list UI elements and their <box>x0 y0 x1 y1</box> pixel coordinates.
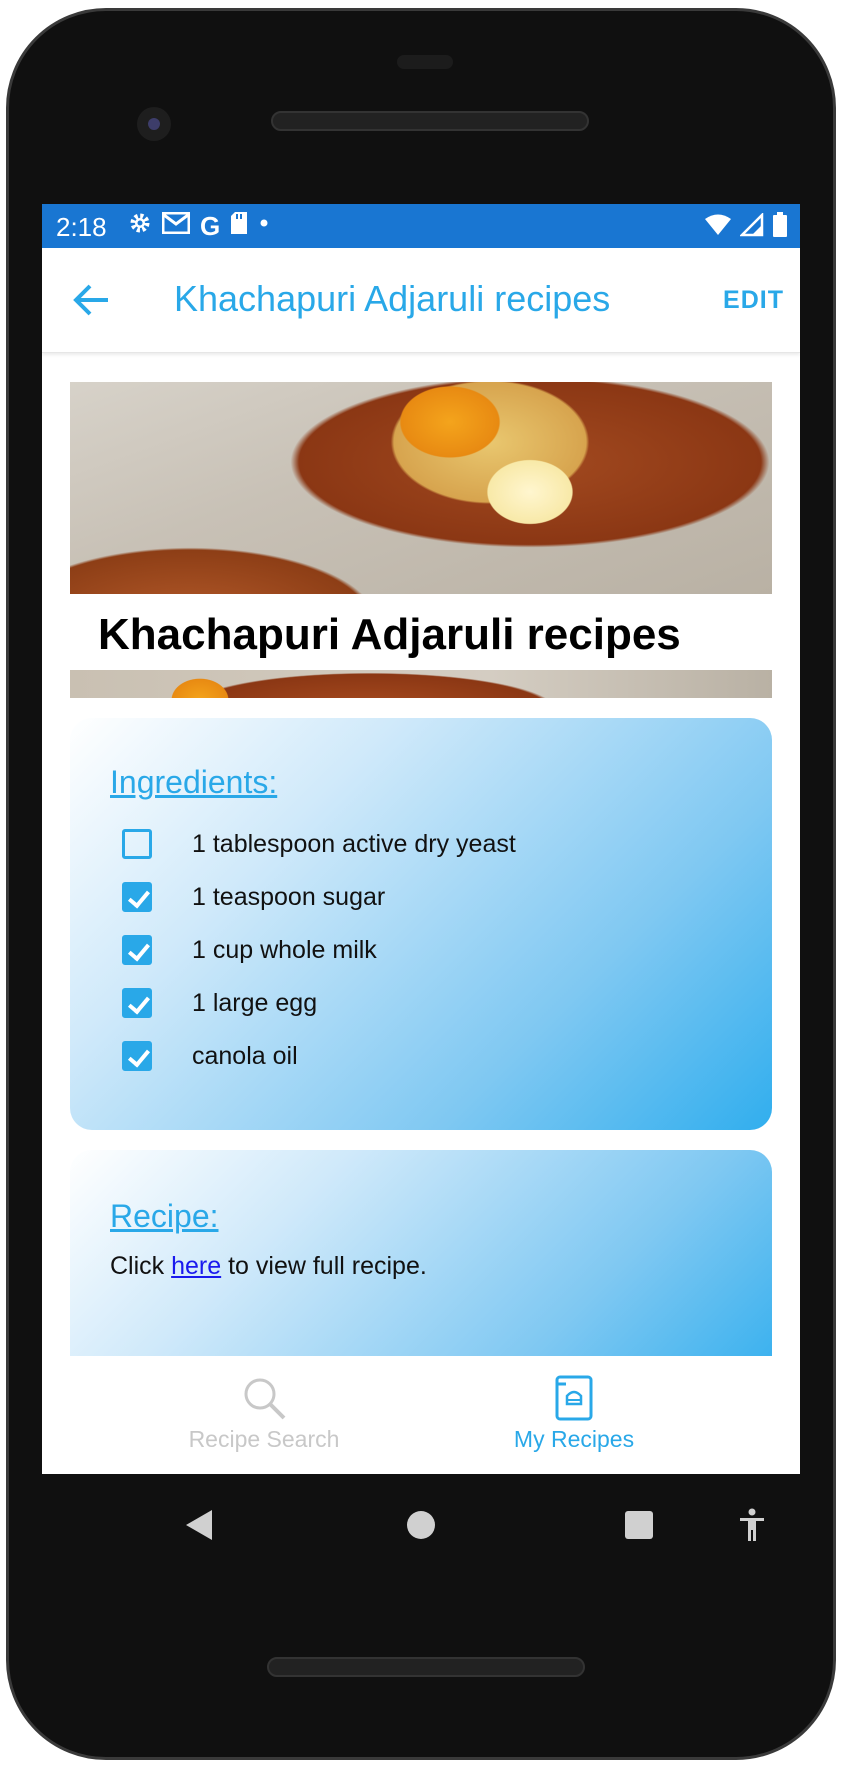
recipe-text-after: to view full recipe. <box>221 1252 427 1280</box>
back-triangle-icon[interactable] <box>184 1508 214 1547</box>
recipe-card: Recipe: Click here to view full recipe. <box>70 1150 772 1356</box>
battery-icon <box>772 212 788 243</box>
khachapuri-photo <box>70 382 772 594</box>
ingredients-card: Ingredients: 1 tablespoon active dry yea… <box>70 718 772 1130</box>
home-circle-icon[interactable] <box>406 1510 436 1545</box>
ingredients-list[interactable]: 1 tablespoon active dry yeast 1 teaspoon… <box>122 814 742 1114</box>
status-bar: 2:18 G <box>42 204 800 248</box>
earpiece <box>397 55 453 69</box>
ingredients-title: Ingredients: <box>110 764 278 800</box>
bread-image <box>70 382 772 594</box>
app-screen: 2:18 G Khachapuri Adjaruli recipes EDIT … <box>42 204 800 1474</box>
wifi-icon <box>704 213 732 242</box>
recipe-heading: Khachapuri Adjaruli recipes <box>98 610 681 659</box>
system-navigation-bar <box>42 1474 800 1574</box>
ingredient-item[interactable]: canola oil <box>122 1036 298 1076</box>
recipe-link-text: Click here to view full recipe. <box>110 1252 427 1281</box>
nav-recipe-search-label: Recipe Search <box>188 1426 340 1452</box>
recipe-book-icon <box>454 1374 694 1422</box>
ingredient-checkbox[interactable] <box>122 882 152 912</box>
full-recipe-link[interactable]: here <box>171 1252 221 1280</box>
ingredient-label: 1 tablespoon active dry yeast <box>192 829 516 858</box>
google-icon: G <box>200 211 221 241</box>
search-icon <box>144 1374 384 1422</box>
ingredient-label: canola oil <box>192 1041 298 1070</box>
ingredient-item[interactable]: 1 large egg <box>122 983 317 1023</box>
gmail-icon <box>161 211 191 241</box>
dot-icon <box>258 211 270 242</box>
arrow-left-icon[interactable] <box>72 282 112 318</box>
bottom-navigation: Recipe Search My Recipes <box>42 1356 800 1474</box>
recents-square-icon[interactable] <box>624 1510 654 1545</box>
ingredient-checkbox[interactable] <box>122 935 152 965</box>
gear-icon <box>128 211 152 242</box>
ingredient-item[interactable]: 1 cup whole milk <box>122 930 377 970</box>
ingredient-checkbox[interactable] <box>122 829 152 859</box>
recipe-text-before: Click <box>110 1252 172 1280</box>
ingredient-checkbox[interactable] <box>122 1041 152 1071</box>
nav-my-recipes[interactable]: My Recipes <box>454 1374 694 1453</box>
ingredient-label: 1 large egg <box>192 988 318 1017</box>
sd-card-icon <box>230 211 248 242</box>
bottom-speaker-grill <box>267 1657 585 1677</box>
signal-icon <box>738 211 764 242</box>
front-camera <box>137 107 171 141</box>
nav-recipe-search[interactable]: Recipe Search <box>144 1374 384 1453</box>
status-time: 2:18 <box>56 212 107 242</box>
app-bar: Khachapuri Adjaruli recipes EDIT <box>42 248 800 353</box>
system-status-icons <box>704 211 788 243</box>
accessibility-icon[interactable] <box>738 1508 766 1547</box>
khachapuri-photo-strip <box>70 670 772 698</box>
ingredient-item[interactable]: 1 teaspoon sugar <box>122 877 385 917</box>
recipe-detail-content[interactable]: Khachapuri Adjaruli recipes Ingredients:… <box>42 354 800 1356</box>
ingredient-checkbox[interactable] <box>122 988 152 1018</box>
top-speaker-grill <box>271 111 589 131</box>
ingredient-label: 1 cup whole milk <box>192 935 377 964</box>
notification-icons: G <box>128 211 270 242</box>
recipe-card-title: Recipe: <box>110 1198 219 1234</box>
edit-button[interactable]: EDIT <box>723 286 784 315</box>
ingredient-label: 1 teaspoon sugar <box>192 882 386 911</box>
ingredient-item[interactable]: 1 tablespoon active dry yeast <box>122 824 516 864</box>
nav-my-recipes-label: My Recipes <box>513 1426 635 1452</box>
app-bar-title: Khachapuri Adjaruli recipes <box>174 278 611 319</box>
